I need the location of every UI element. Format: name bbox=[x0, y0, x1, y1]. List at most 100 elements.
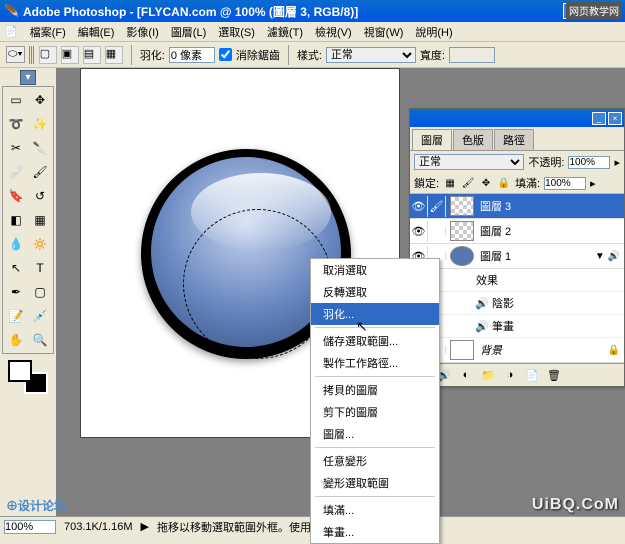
menu-image[interactable]: 影像(I) bbox=[120, 22, 164, 42]
history-brush-tool[interactable]: ↺ bbox=[29, 185, 51, 207]
shape-tool[interactable]: ▢ bbox=[29, 281, 51, 303]
mask-icon[interactable]: ◐ bbox=[458, 367, 474, 383]
color-swatch[interactable] bbox=[6, 358, 50, 394]
gradient-tool[interactable]: ▦ bbox=[29, 209, 51, 231]
visibility-icon[interactable]: 👁 bbox=[410, 196, 428, 217]
eraser-tool[interactable]: ◧ bbox=[5, 209, 27, 231]
adjustment-icon[interactable]: ◑ bbox=[502, 367, 518, 383]
ctx-fill[interactable]: 填滿... bbox=[311, 499, 439, 521]
menu-select[interactable]: 選取(S) bbox=[212, 22, 261, 42]
layer-row[interactable]: 👁 圖層 2 bbox=[410, 219, 624, 244]
add-selection-icon[interactable]: ▣ bbox=[61, 46, 79, 64]
folder-icon[interactable]: 📁 bbox=[480, 367, 496, 383]
layer-row[interactable]: 👁 圖層 1 ▼ 🔊 bbox=[410, 244, 624, 269]
chevron-right-icon[interactable]: ▶ bbox=[141, 520, 149, 533]
layer-row[interactable]: 👁 🖌 圖層 3 bbox=[410, 194, 624, 219]
ctx-make-workpath[interactable]: 製作工作路徑... bbox=[311, 352, 439, 374]
heal-tool[interactable]: 🩹 bbox=[5, 161, 27, 183]
watermark-left: ⊕设计论坛 bbox=[6, 497, 66, 514]
menu-help[interactable]: 說明(H) bbox=[409, 22, 458, 42]
ctx-deselect[interactable]: 取消選取 bbox=[311, 259, 439, 281]
menu-window[interactable]: 視窗(W) bbox=[358, 22, 410, 42]
ctx-feather[interactable]: 羽化... bbox=[311, 303, 439, 325]
hand-tool[interactable]: ✋ bbox=[5, 329, 27, 351]
ctx-new-layer[interactable]: 圖層... bbox=[311, 423, 439, 445]
opacity-slider-icon[interactable]: ▸ bbox=[614, 156, 620, 169]
effect-row[interactable]: 👁 🔊 筆畫 bbox=[410, 315, 624, 338]
path-select-tool[interactable]: ↖ bbox=[5, 257, 27, 279]
fill-input[interactable] bbox=[544, 177, 586, 190]
panel-close[interactable]: × bbox=[608, 112, 622, 125]
ctx-inverse[interactable]: 反轉選取 bbox=[311, 281, 439, 303]
ctx-free-transform[interactable]: 任意變形 bbox=[311, 450, 439, 472]
panel-minimize[interactable]: _ bbox=[592, 112, 606, 125]
intersect-selection-icon[interactable]: ▦ bbox=[105, 46, 123, 64]
menu-view[interactable]: 檢視(V) bbox=[309, 22, 358, 42]
stamp-tool[interactable]: 🔖 bbox=[5, 185, 27, 207]
dodge-tool[interactable]: 🔅 bbox=[29, 233, 51, 255]
marquee-tool[interactable]: ▭ bbox=[5, 89, 27, 111]
tab-channels[interactable]: 色版 bbox=[453, 129, 493, 150]
layer-name[interactable]: 背景 bbox=[478, 338, 604, 362]
layer-thumbnail[interactable] bbox=[450, 340, 474, 360]
layer-thumbnail[interactable] bbox=[450, 221, 474, 241]
move-tool[interactable]: ✥ bbox=[29, 89, 51, 111]
effects-row[interactable]: 👁 效果 bbox=[410, 269, 624, 292]
tool-preset[interactable]: ⬭▾ bbox=[6, 46, 25, 63]
style-select[interactable]: 正常 bbox=[326, 47, 416, 63]
effect-name[interactable]: 陰影 bbox=[490, 292, 624, 314]
subtract-selection-icon[interactable]: ▤ bbox=[83, 46, 101, 64]
ctx-transform-selection[interactable]: 變形選取範圍 bbox=[311, 472, 439, 494]
zoom-tool[interactable]: 🔍 bbox=[29, 329, 51, 351]
blur-tool[interactable]: 💧 bbox=[5, 233, 27, 255]
fx-toggle[interactable]: ▼ 🔊 bbox=[591, 251, 624, 262]
visibility-icon[interactable]: 👁 bbox=[410, 221, 428, 242]
tab-layers[interactable]: 圖層 bbox=[412, 129, 452, 150]
ctx-layer-via-cut[interactable]: 剪下的圖層 bbox=[311, 401, 439, 423]
ctx-save-selection[interactable]: 儲存選取範圍... bbox=[311, 330, 439, 352]
ctx-layer-via-copy[interactable]: 拷貝的圖層 bbox=[311, 379, 439, 401]
layer-row-background[interactable]: 👁 背景 🔒 bbox=[410, 338, 624, 363]
menu-filter[interactable]: 濾鏡(T) bbox=[261, 22, 309, 42]
new-selection-icon[interactable]: ▢ bbox=[39, 46, 57, 64]
layer-thumbnail[interactable] bbox=[450, 196, 474, 216]
lock-trans-icon[interactable]: ▦ bbox=[443, 176, 457, 190]
lasso-tool[interactable]: ➰ bbox=[5, 113, 27, 135]
feather-input[interactable] bbox=[169, 47, 215, 63]
layer-name[interactable]: 圖層 1 bbox=[478, 244, 591, 268]
effect-row[interactable]: 👁 🔊 陰影 bbox=[410, 292, 624, 315]
lock-paint-icon[interactable]: 🖌 bbox=[461, 176, 475, 190]
wand-tool[interactable]: ✨ bbox=[29, 113, 51, 135]
trash-icon[interactable]: 🗑 bbox=[546, 367, 562, 383]
notes-tool[interactable]: 📝 bbox=[5, 305, 27, 327]
ctx-separator bbox=[315, 496, 435, 497]
ctx-stroke[interactable]: 筆畫... bbox=[311, 521, 439, 543]
layer-list: 👁 🖌 圖層 3 👁 圖層 2 👁 圖層 1 ▼ 🔊 👁 bbox=[410, 194, 624, 363]
menu-layer[interactable]: 圖層(L) bbox=[165, 22, 212, 42]
ctx-separator bbox=[315, 376, 435, 377]
lock-all-icon[interactable]: 🔒 bbox=[497, 176, 511, 190]
antialias-checkbox[interactable] bbox=[219, 48, 232, 61]
foreground-color[interactable] bbox=[8, 360, 32, 382]
tab-paths[interactable]: 路徑 bbox=[494, 129, 534, 150]
blend-mode-select[interactable]: 正常 bbox=[414, 154, 524, 170]
crop-tool[interactable]: ✂ bbox=[5, 137, 27, 159]
type-tool[interactable]: T bbox=[29, 257, 51, 279]
zoom-input[interactable] bbox=[4, 520, 56, 534]
pen-tool[interactable]: ✒ bbox=[5, 281, 27, 303]
eyedropper-tool[interactable]: 💉 bbox=[29, 305, 51, 327]
layer-name[interactable]: 圖層 2 bbox=[478, 219, 624, 243]
tool-tab[interactable]: ▾ bbox=[20, 70, 35, 85]
layer-name[interactable]: 圖層 3 bbox=[478, 194, 624, 218]
opacity-input[interactable] bbox=[568, 156, 610, 169]
brush-tool[interactable]: 🖌 bbox=[29, 161, 51, 183]
menu-file[interactable]: 檔案(F) bbox=[24, 22, 72, 42]
effect-name[interactable]: 筆畫 bbox=[490, 315, 624, 337]
layer-thumbnail[interactable] bbox=[450, 246, 474, 266]
new-layer-icon[interactable]: 📄 bbox=[524, 367, 540, 383]
menu-bar: 📄 檔案(F) 編輯(E) 影像(I) 圖層(L) 選取(S) 濾鏡(T) 檢視… bbox=[0, 22, 625, 42]
lock-move-icon[interactable]: ✥ bbox=[479, 176, 493, 190]
menu-edit[interactable]: 編輯(E) bbox=[72, 22, 121, 42]
fill-slider-icon[interactable]: ▸ bbox=[590, 177, 596, 190]
slice-tool[interactable]: 🔪 bbox=[29, 137, 51, 159]
